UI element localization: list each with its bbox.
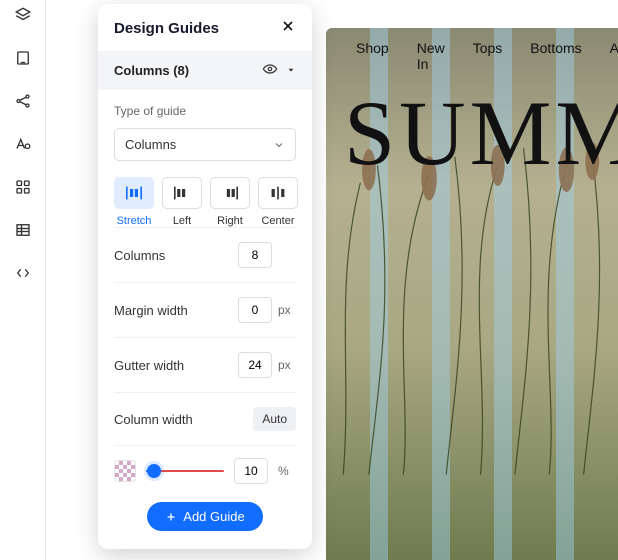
add-guide-button[interactable]: Add Guide xyxy=(147,502,262,531)
margin-input[interactable] xyxy=(238,297,272,323)
table-icon[interactable] xyxy=(14,221,32,244)
colwidth-value[interactable]: Auto xyxy=(253,407,296,431)
margin-label: Margin width xyxy=(114,303,188,318)
opacity-unit: % xyxy=(278,464,296,478)
nav-item[interactable]: Shop xyxy=(356,40,389,72)
canvas-preview: Shop New In Tops Bottoms Accesso SUMM xyxy=(326,28,618,560)
opacity-input[interactable] xyxy=(234,458,268,484)
section-title: Columns (8) xyxy=(114,63,189,78)
align-right-button[interactable] xyxy=(210,177,250,209)
nav-item[interactable]: Accesso xyxy=(610,40,618,72)
hero-text: SUMM xyxy=(344,80,618,186)
type-value: Columns xyxy=(125,137,176,152)
align-center-label: Center xyxy=(258,215,298,227)
align-stretch-button[interactable] xyxy=(114,177,154,209)
color-swatch[interactable] xyxy=(114,460,136,482)
align-left-button[interactable] xyxy=(162,177,202,209)
site-nav: Shop New In Tops Bottoms Accesso xyxy=(356,40,618,72)
caret-down-icon[interactable] xyxy=(286,63,296,78)
type-select[interactable]: Columns xyxy=(114,128,296,161)
align-stretch-label: Stretch xyxy=(114,215,154,227)
layers-icon[interactable] xyxy=(14,6,32,29)
nav-item[interactable]: Bottoms xyxy=(530,40,581,72)
close-icon[interactable] xyxy=(280,18,296,39)
columns-label: Columns xyxy=(114,248,165,263)
visibility-icon[interactable] xyxy=(262,61,278,80)
colwidth-label: Column width xyxy=(114,412,193,427)
align-left-label: Left xyxy=(162,215,202,227)
code-icon[interactable] xyxy=(14,264,32,287)
margin-unit: px xyxy=(278,303,296,317)
share-icon[interactable] xyxy=(14,92,32,115)
nav-item[interactable]: New In xyxy=(417,40,445,72)
apps-icon[interactable] xyxy=(14,178,32,201)
page-icon[interactable] xyxy=(14,49,32,72)
nav-item[interactable]: Tops xyxy=(473,40,503,72)
align-right-label: Right xyxy=(210,215,250,227)
typography-icon[interactable] xyxy=(14,135,32,158)
align-center-button[interactable] xyxy=(258,177,298,209)
design-guides-panel: Design Guides Columns (8) Type of guide … xyxy=(98,4,312,549)
gutter-input[interactable] xyxy=(238,352,272,378)
gutter-unit: px xyxy=(278,358,296,372)
opacity-slider[interactable] xyxy=(146,461,224,481)
type-label: Type of guide xyxy=(114,104,296,118)
columns-input[interactable] xyxy=(238,242,272,268)
slider-thumb[interactable] xyxy=(147,464,161,478)
add-guide-label: Add Guide xyxy=(183,509,244,524)
panel-title: Design Guides xyxy=(114,20,219,37)
tool-rail xyxy=(0,0,46,560)
gutter-label: Gutter width xyxy=(114,358,184,373)
